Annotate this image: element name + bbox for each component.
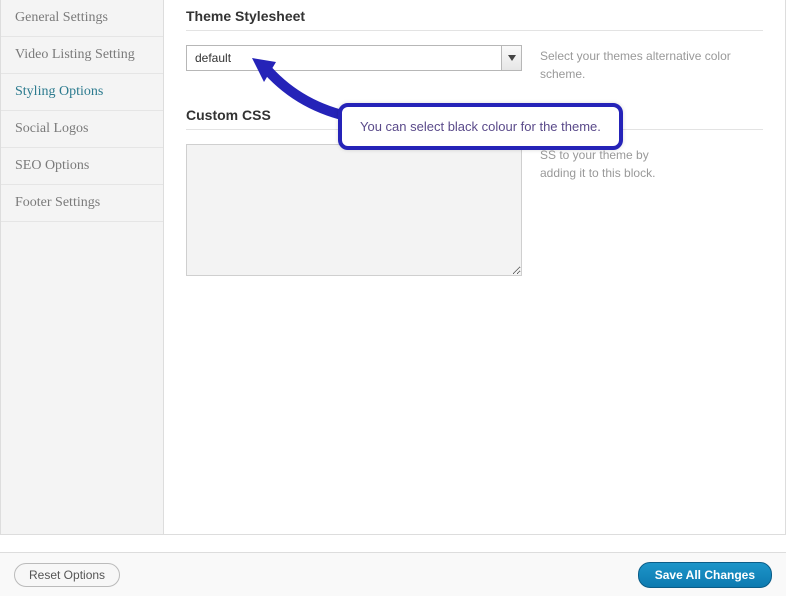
main-content: Theme Stylesheet default Select your the… bbox=[164, 0, 785, 534]
theme-stylesheet-help: Select your themes alternative color sch… bbox=[540, 45, 763, 83]
annotation-text: You can select black colour for the them… bbox=[360, 119, 601, 134]
sidebar-item-video-listing-setting[interactable]: Video Listing Setting bbox=[1, 37, 163, 74]
sidebar-item-footer-settings[interactable]: Footer Settings bbox=[1, 185, 163, 222]
theme-stylesheet-select-wrap: default bbox=[186, 45, 522, 71]
form-row-theme-stylesheet: default Select your themes alternative c… bbox=[186, 45, 763, 83]
custom-css-help-line1: SS to your theme by bbox=[540, 148, 649, 162]
custom-css-textarea[interactable] bbox=[186, 144, 522, 276]
theme-stylesheet-select[interactable]: default bbox=[186, 45, 522, 71]
sidebar-item-styling-options[interactable]: Styling Options bbox=[1, 74, 163, 111]
sidebar-item-seo-options[interactable]: SEO Options bbox=[1, 148, 163, 185]
custom-css-help-line2: adding it to this block. bbox=[540, 166, 655, 180]
sidebar: General Settings Video Listing Setting S… bbox=[1, 0, 164, 534]
footer-bar: Reset Options Save All Changes bbox=[0, 552, 786, 596]
reset-options-button[interactable]: Reset Options bbox=[14, 563, 120, 587]
section-title-theme-stylesheet: Theme Stylesheet bbox=[186, 8, 763, 31]
sidebar-item-general-settings[interactable]: General Settings bbox=[1, 0, 163, 37]
save-all-changes-button[interactable]: Save All Changes bbox=[638, 562, 772, 588]
form-row-custom-css: SS to your theme by adding it to this bl… bbox=[186, 144, 763, 276]
annotation-callout: You can select black colour for the them… bbox=[338, 103, 623, 150]
settings-panel: General Settings Video Listing Setting S… bbox=[0, 0, 786, 535]
sidebar-item-social-logos[interactable]: Social Logos bbox=[1, 111, 163, 148]
